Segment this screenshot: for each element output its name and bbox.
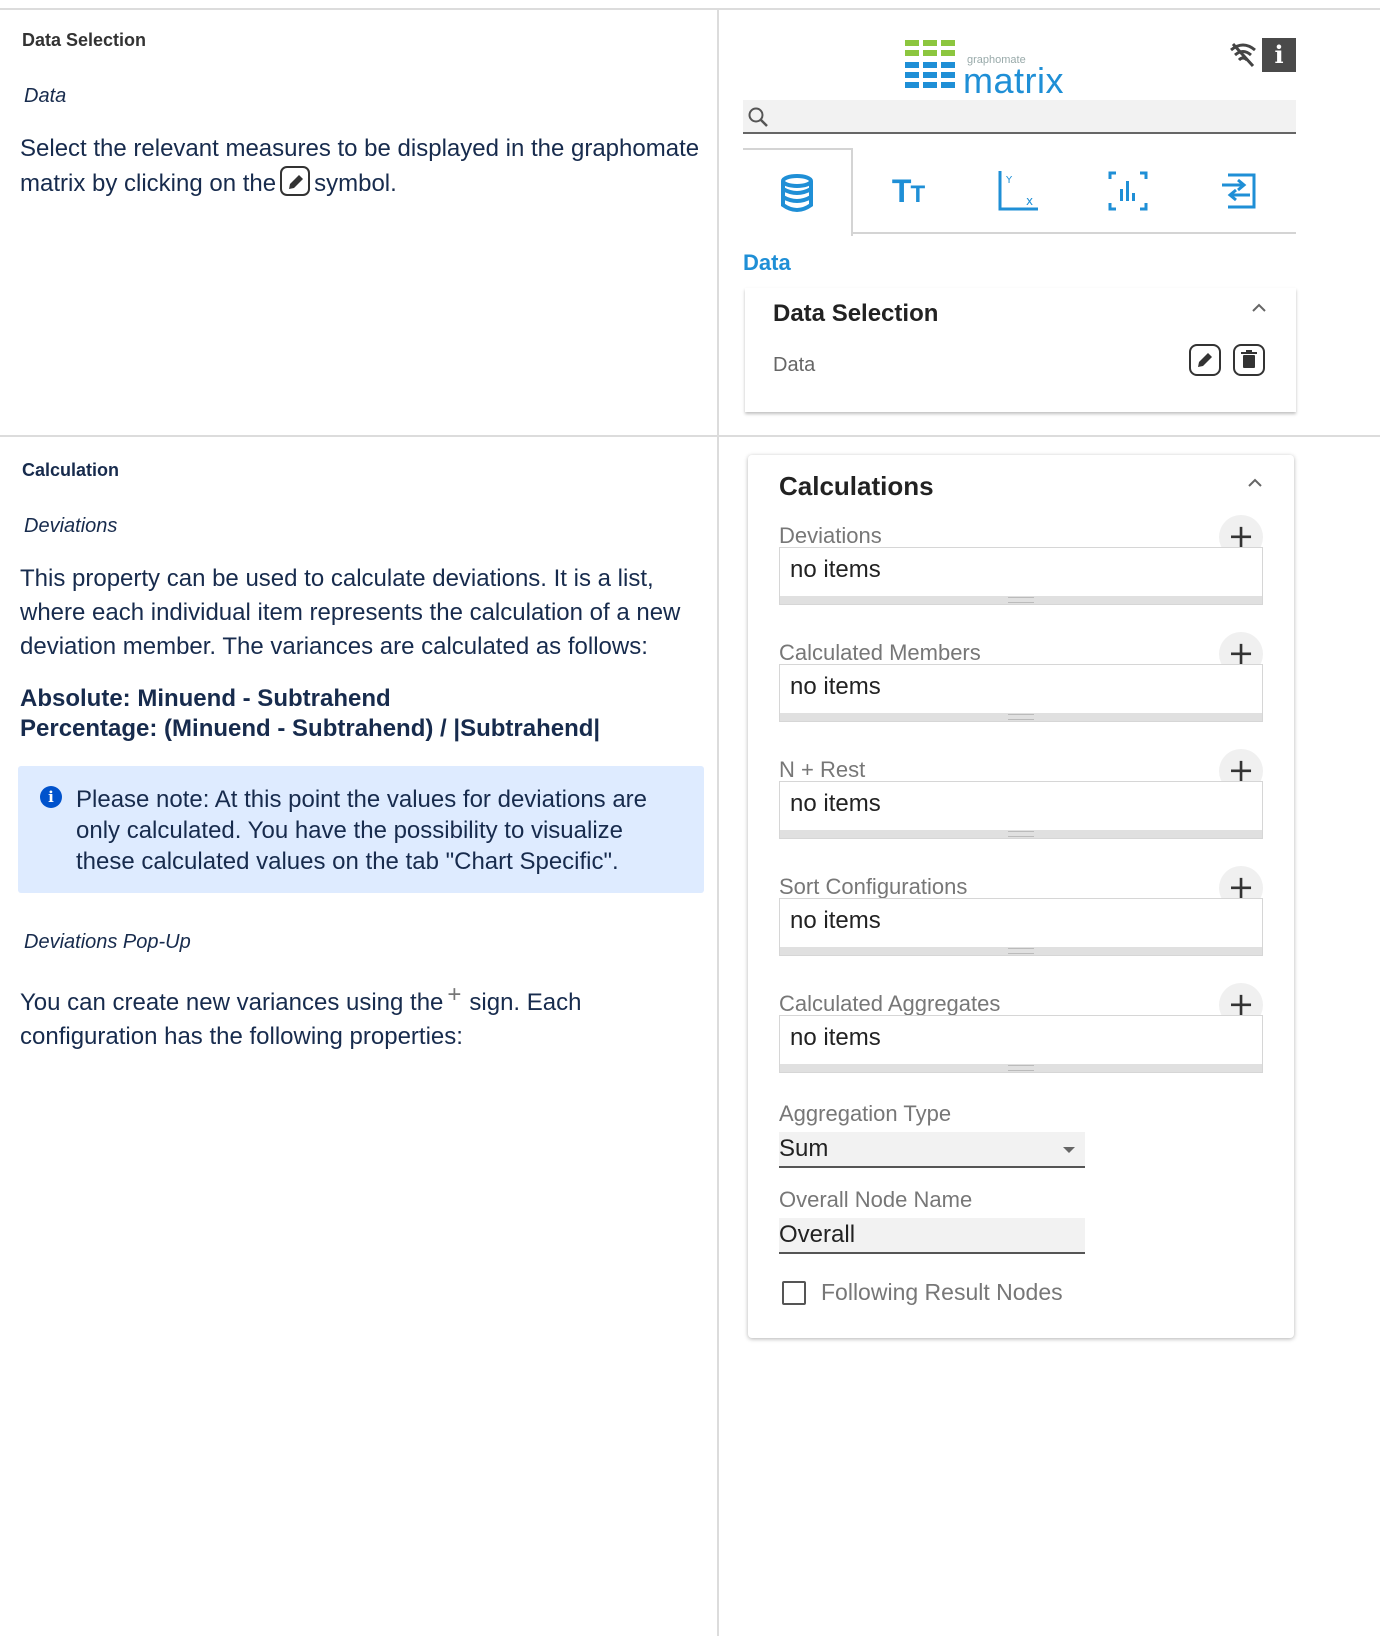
divider [0, 8, 1380, 10]
resize-handle[interactable] [780, 1064, 1262, 1072]
wifi-off-icon[interactable] [1228, 40, 1258, 75]
divider [0, 435, 1380, 437]
section-heading: Calculation [22, 460, 120, 480]
resize-handle[interactable] [780, 713, 1262, 721]
item-list[interactable]: no items [779, 547, 1263, 605]
search-input[interactable] [743, 100, 1296, 134]
edit-button[interactable] [1189, 344, 1221, 376]
tab-data[interactable] [743, 148, 853, 236]
list-value: no items [790, 673, 881, 700]
database-icon [781, 174, 813, 212]
tab-export[interactable] [1183, 148, 1296, 234]
resize-handle[interactable] [780, 830, 1262, 838]
section-label: Data [743, 250, 791, 275]
select-value: Sum [779, 1135, 829, 1162]
description-text: symbol. [314, 170, 397, 197]
list-value: no items [790, 907, 881, 934]
input-value: Overall [779, 1221, 856, 1248]
chart-icon [1108, 171, 1148, 211]
list-value: no items [790, 790, 881, 817]
list-value: no items [790, 556, 881, 583]
formula-absolute: Absolute: Minuend - Subtrahend [20, 685, 391, 712]
item-list[interactable]: no items [779, 1015, 1263, 1073]
list-value: no items [790, 1024, 881, 1051]
logo-icon [905, 40, 955, 88]
dropdown-arrow-icon [1063, 1147, 1075, 1153]
subheading: Data [24, 85, 67, 107]
delete-button[interactable] [1233, 344, 1265, 376]
item-list[interactable]: no items [779, 898, 1263, 956]
tab-text[interactable]: TT [853, 148, 963, 234]
info-icon[interactable]: i [1262, 38, 1296, 72]
overall-node-name-input[interactable]: Overall [779, 1218, 1085, 1254]
resize-handle[interactable] [780, 596, 1262, 604]
svg-text:x: x [1026, 194, 1033, 208]
edit-icon [1198, 353, 1212, 367]
doc-section-calculation: Calculation Deviations This property can… [18, 450, 710, 1074]
tab-chart[interactable] [1073, 148, 1183, 234]
graphomate-logo: graphomate matrix [905, 40, 1064, 101]
card-title: Calculations [779, 471, 934, 501]
svg-text:Y: Y [1005, 175, 1013, 186]
calc-group-deviations: Deviations + no items [779, 515, 1263, 605]
data-selection-card: Data Selection Data [745, 288, 1296, 412]
info-icon: i [40, 786, 62, 808]
note-text: Please note: At this point the values fo… [76, 786, 648, 875]
section-heading: Data Selection [22, 30, 147, 50]
calc-group-n-rest: N + Rest + no items [779, 749, 1263, 839]
checkbox-icon[interactable] [782, 1281, 806, 1305]
field-label: Data [773, 354, 816, 376]
chevron-up-icon[interactable] [1246, 477, 1264, 489]
plus-icon: + [447, 981, 462, 1008]
doc-section-data-selection: Data Selection Data Select the relevant … [20, 20, 710, 221]
axis-icon: Y x [998, 171, 1038, 211]
formula: Absolute: Minuend - Subtrahend Percentage… [20, 684, 710, 744]
export-icon [1221, 173, 1255, 209]
calculations-card: Calculations Deviations + no items Calcu… [748, 455, 1294, 1338]
calc-group-calculated-aggregates: Calculated Aggregates + no items [779, 983, 1263, 1073]
resize-handle[interactable] [780, 947, 1262, 955]
logo-text: matrix [963, 60, 1064, 101]
description-text: You can create new variances using the [20, 989, 444, 1016]
checkbox-label[interactable]: Following Result Nodes [821, 1279, 1063, 1306]
aggregation-type-select[interactable]: Sum [779, 1132, 1085, 1168]
text-size-icon: TT [891, 172, 925, 209]
calc-group-sort-configurations: Sort Configurations + no items [779, 866, 1263, 956]
formula-percentage: Percentage: (Minuend - Subtrahend) / |Su… [20, 715, 601, 742]
tab-axis[interactable]: Y x [963, 148, 1073, 234]
description: This property can be used to calculate d… [20, 565, 681, 660]
subheading: Deviations [24, 515, 118, 537]
description: Select the relevant measures to be displ… [20, 132, 710, 201]
divider [717, 8, 719, 1636]
trash-icon [1241, 350, 1257, 368]
tab-bar: TT Y x [743, 148, 1296, 236]
search-icon [748, 107, 768, 127]
subheading: Deviations Pop-Up [24, 931, 191, 953]
description: You can create new variances using the + s… [20, 978, 710, 1054]
aggregation-type-label: Aggregation Type [779, 1101, 952, 1126]
chevron-up-icon[interactable] [1250, 302, 1268, 314]
card-title: Data Selection [773, 300, 939, 327]
item-list[interactable]: no items [779, 664, 1263, 722]
calc-group-calculated-members: Calculated Members + no items [779, 632, 1263, 722]
info-note: i Please note: At this point the values … [18, 766, 704, 893]
overall-node-name-label: Overall Node Name [779, 1187, 973, 1212]
item-list[interactable]: no items [779, 781, 1263, 839]
edit-icon [280, 166, 311, 196]
